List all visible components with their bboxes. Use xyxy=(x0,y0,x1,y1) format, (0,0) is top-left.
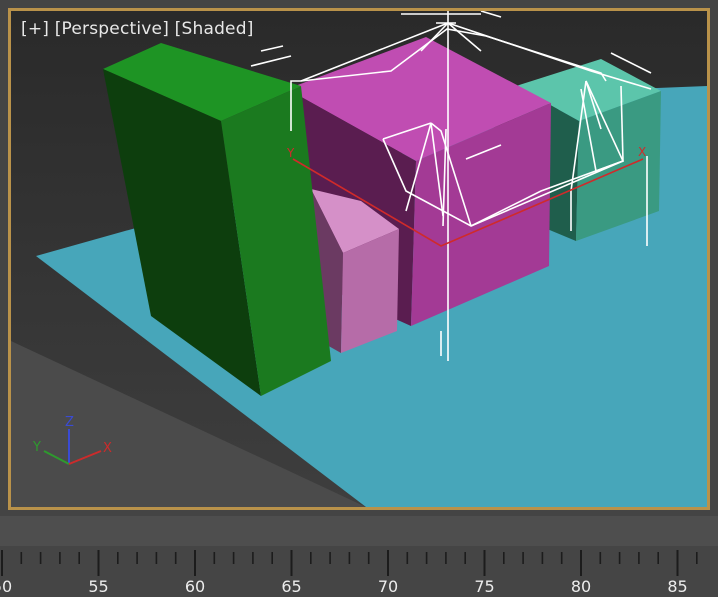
timeline-tick-label: 70 xyxy=(378,577,398,596)
light-axis-x-label: X xyxy=(638,145,646,159)
gizmo-y-label: Y xyxy=(32,440,41,455)
viewport-point-of-view-menu[interactable]: [Perspective] xyxy=(55,19,169,39)
timeline-tick-label: 50 xyxy=(0,577,12,596)
gizmo-z-label: Z xyxy=(65,415,74,430)
time-slider-track-bar[interactable]: 50 55 60 65 70 75 80 85 xyxy=(0,516,718,597)
timeline-tick-label: 80 xyxy=(571,577,591,596)
viewport-shading-menu[interactable]: [Shaded] xyxy=(175,19,254,39)
timeline-tick-label: 65 xyxy=(281,577,301,596)
timeline-tick-label: 55 xyxy=(88,577,108,596)
axis-tripod-gizmo: Z Y X xyxy=(32,415,112,465)
viewport-general-menu[interactable]: [+] xyxy=(21,19,49,39)
viewport-label-menu: [+] [Perspective] [Shaded] xyxy=(21,19,254,39)
timeline-tick-label: 85 xyxy=(667,577,687,596)
timeline-tick-label: 75 xyxy=(474,577,494,596)
gizmo-x-label: X xyxy=(103,441,112,456)
light-axis-y-label: Y xyxy=(286,146,295,160)
timeline-ruler[interactable]: 50 55 60 65 70 75 80 85 xyxy=(0,516,718,597)
perspective-viewport[interactable]: Y X [+] [Perspective] [Shaded] Z Y X xyxy=(8,8,710,510)
application-window: Y X [+] [Perspective] [Shaded] Z Y X 505… xyxy=(0,0,718,597)
timeline-tick-label: 60 xyxy=(185,577,205,596)
